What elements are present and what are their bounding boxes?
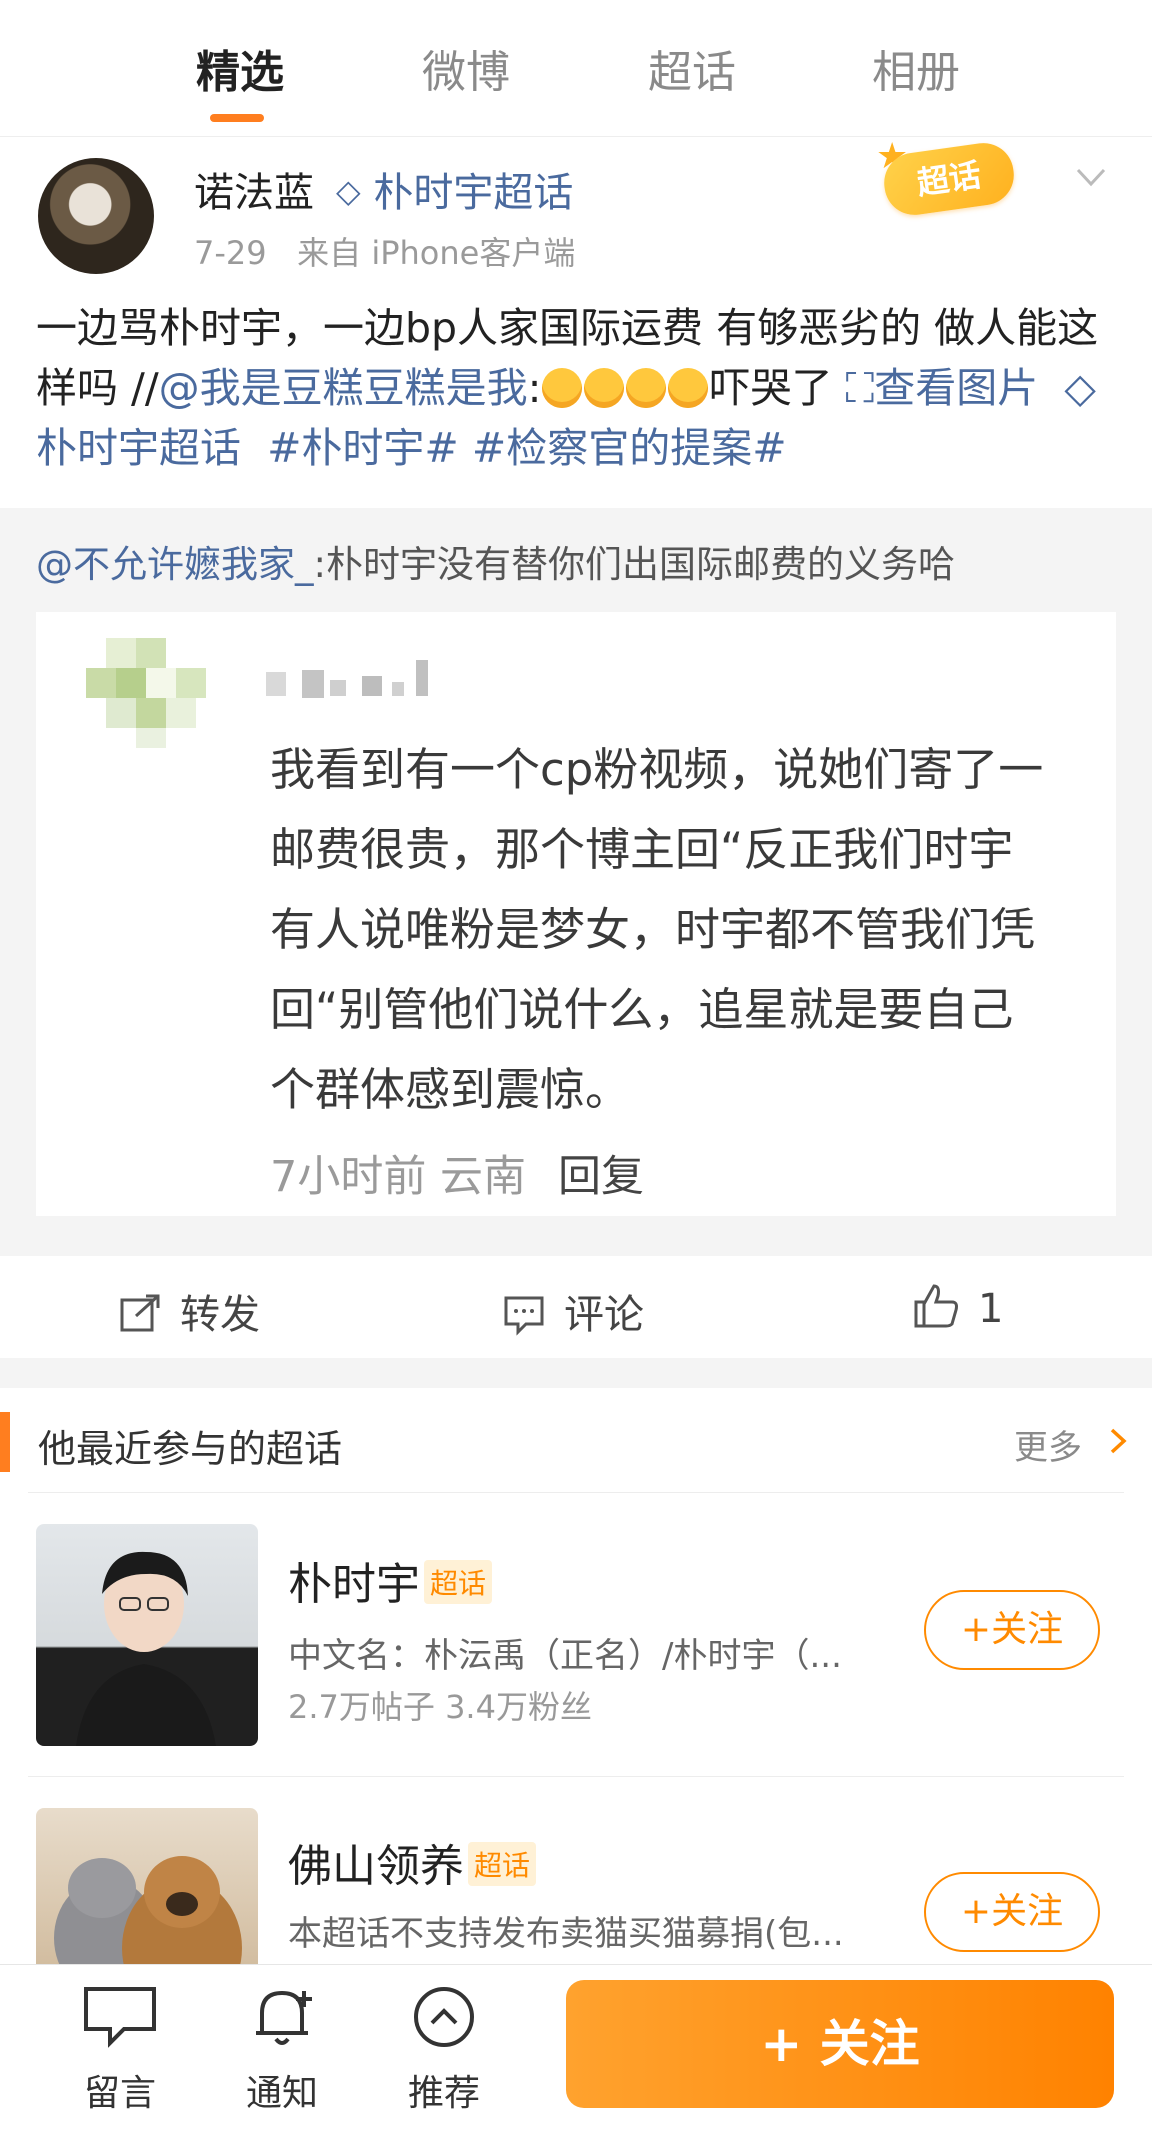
profile-tabs: 精选 微博 超话 相册 bbox=[0, 0, 1152, 137]
view-image-link[interactable]: ⛶查看图片 bbox=[846, 364, 1039, 412]
chevron-up-circle-icon bbox=[414, 1987, 474, 2047]
divider bbox=[28, 1492, 1124, 1493]
crying-emoji-icon bbox=[625, 368, 666, 408]
topic-image[interactable] bbox=[36, 1524, 258, 1746]
section-gap bbox=[0, 1358, 1152, 1388]
recommend-button[interactable]: 推荐 bbox=[384, 1983, 504, 2116]
hashtag-link[interactable]: #朴时宇# bbox=[267, 424, 459, 472]
chevron-right-icon[interactable] bbox=[1108, 1426, 1130, 1456]
topic-description: 中文名：朴沄禹（正名）/朴时宇（... bbox=[288, 1636, 842, 1676]
post-text: 一边骂朴时宇，一边bp人家国际运费 有够恶劣的 做人能这样吗 //@我是豆糕豆糕… bbox=[36, 304, 1099, 472]
hashtag-link[interactable]: #检察官的提案# bbox=[472, 424, 787, 472]
chevron-down-icon[interactable] bbox=[1074, 160, 1108, 194]
notify-button[interactable]: 通知 bbox=[222, 1983, 342, 2116]
follow-topic-button[interactable]: +关注 bbox=[924, 1872, 1100, 1952]
topic-portrait bbox=[76, 1551, 216, 1746]
crying-emoji-icon bbox=[583, 368, 624, 408]
message-button[interactable]: 留言 bbox=[60, 1983, 180, 2116]
diamond-icon: ◇ bbox=[1064, 364, 1096, 412]
username[interactable]: 诺法蓝 bbox=[194, 160, 314, 218]
comment-button[interactable]: 评论 bbox=[502, 1282, 644, 1340]
post-source: 来自 iPhone客户端 bbox=[297, 234, 576, 272]
tab-featured[interactable]: 精选 bbox=[196, 36, 284, 100]
post-meta: 7-29 来自 iPhone客户端 bbox=[194, 228, 575, 274]
repost-icon bbox=[120, 1294, 160, 1332]
section-title: 他最近参与的超话 bbox=[38, 1427, 343, 1471]
thumbs-up-icon bbox=[914, 1284, 958, 1328]
topic-stats: 2.7万帖子 3.4万粉丝 bbox=[288, 1688, 592, 1726]
repost-button[interactable]: 转发 bbox=[118, 1282, 260, 1340]
tab-supertopic[interactable]: 超话 bbox=[648, 36, 736, 100]
post-date: 7-29 bbox=[194, 234, 267, 272]
blurred-username bbox=[266, 660, 428, 698]
crying-emoji-icon bbox=[541, 368, 582, 408]
diamond-icon: ◇ bbox=[336, 172, 361, 210]
mention-link[interactable]: @不允许嬷我家_ bbox=[36, 543, 314, 586]
avatar[interactable] bbox=[38, 158, 154, 274]
blurred-avatar bbox=[86, 638, 206, 748]
comment-icon bbox=[504, 1296, 544, 1336]
section-accent-bar bbox=[0, 1412, 10, 1472]
bell-plus-icon bbox=[256, 1990, 312, 2045]
tab-weibo[interactable]: 微博 bbox=[422, 36, 510, 100]
follow-button[interactable]: + 关注 bbox=[566, 1980, 1114, 2108]
attached-screenshot[interactable]: 我看到有一个cp粉视频，说她们寄了一 邮费很贵，那个博主回“反正我们时宇 有人说… bbox=[36, 612, 1116, 1216]
post-actions: 转发 评论 1 bbox=[0, 1258, 1152, 1358]
follow-topic-button[interactable]: +关注 bbox=[924, 1590, 1100, 1670]
more-link[interactable]: 更多 bbox=[1014, 1420, 1082, 1469]
like-button[interactable]: 1 bbox=[912, 1282, 1003, 1332]
active-tab-indicator bbox=[210, 114, 264, 122]
message-icon bbox=[84, 1987, 156, 2048]
divider bbox=[28, 1776, 1124, 1777]
screenshot-text: 我看到有一个cp粉视频，说她们寄了一 邮费很贵，那个博主回“反正我们时宇 有人说… bbox=[270, 743, 1044, 1116]
crying-emoji-icon bbox=[667, 368, 708, 408]
topic-name[interactable]: 佛山领养 超话 bbox=[288, 1830, 537, 1894]
supertopic-link[interactable]: ◇ 朴时宇超话 bbox=[336, 160, 573, 218]
topic-name[interactable]: 朴时宇 超话 bbox=[288, 1548, 493, 1612]
screenshot-meta: 7小时前 云南 回复 bbox=[270, 1152, 645, 1202]
mention-link[interactable]: @我是豆糕豆糕是我 bbox=[159, 364, 528, 412]
topic-description: 本超话不支持发布卖猫买猫募捐(包... bbox=[288, 1914, 844, 1954]
image-icon: ⛶ bbox=[845, 364, 875, 412]
retweet-text: @不允许嬷我家_:朴时宇没有替你们出国际邮费的义务哈 bbox=[36, 543, 955, 586]
tab-album[interactable]: 相册 bbox=[872, 36, 960, 100]
